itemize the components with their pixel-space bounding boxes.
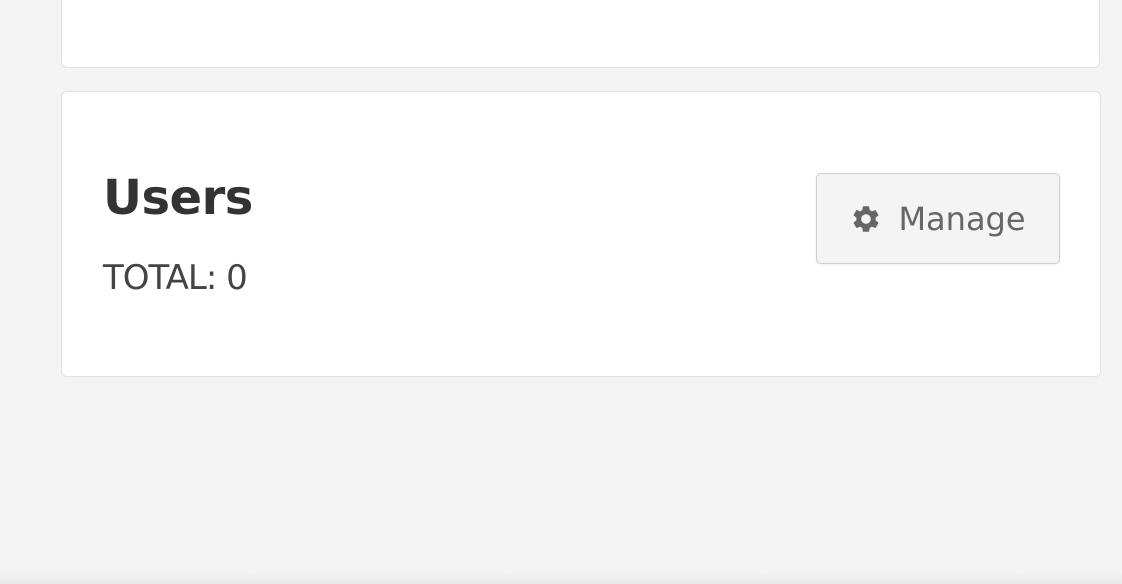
users-title: Users: [103, 170, 253, 226]
users-card: Users TOTAL: 0 Manage: [61, 91, 1101, 377]
bottom-shadow: [0, 572, 1122, 584]
gear-icon: [850, 203, 882, 235]
manage-button[interactable]: Manage: [816, 173, 1060, 264]
page: Users TOTAL: 0 Manage: [0, 0, 1122, 584]
users-total-count: TOTAL: 0: [103, 258, 248, 298]
manage-button-label: Manage: [898, 199, 1026, 238]
previous-card: [61, 0, 1100, 68]
